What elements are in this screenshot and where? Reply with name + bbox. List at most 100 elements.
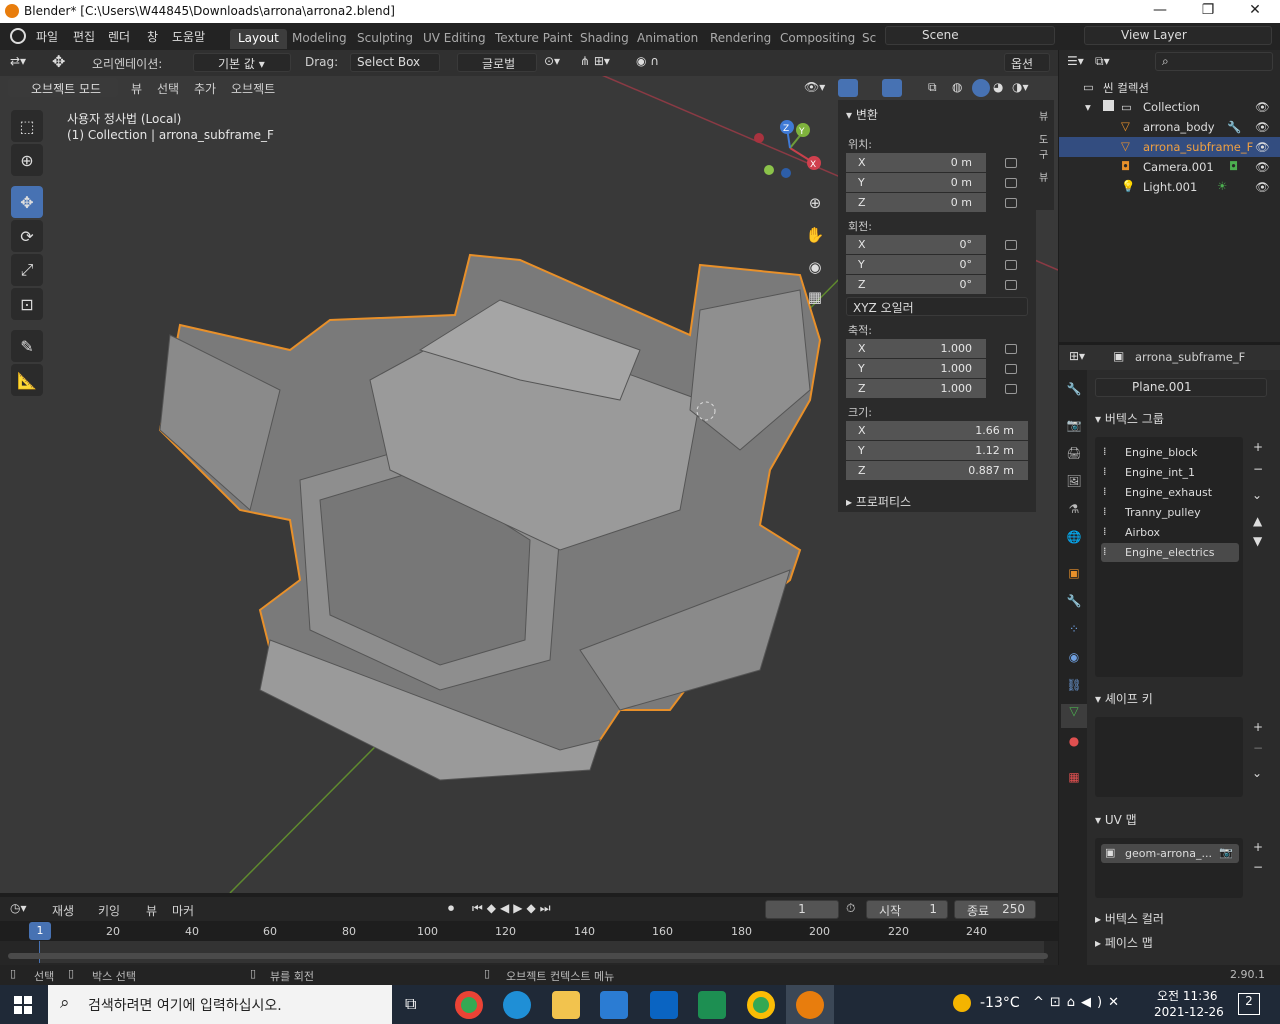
eye-icon[interactable]: 👁 xyxy=(1255,140,1270,154)
rotate-tool-button[interactable]: ⟳ xyxy=(11,220,43,252)
gizmo-neg-z-handle[interactable] xyxy=(781,168,791,178)
vertex-colors-header[interactable]: ▸ 버텍스 컬러 xyxy=(1095,910,1164,927)
lock-icon[interactable] xyxy=(1005,384,1017,394)
lock-icon[interactable] xyxy=(1005,364,1017,374)
camera-view-icon[interactable]: ◉ xyxy=(803,258,827,282)
lock-icon[interactable] xyxy=(1005,260,1017,270)
record-icon[interactable]: ⏺ xyxy=(448,901,454,916)
system-tray-icons[interactable]: ^⊡⌂◀)✕ xyxy=(1033,995,1125,1010)
outliner-arrona-subframe-f[interactable]: ▽ arrona_subframe_F 👁 xyxy=(1059,137,1280,157)
clock-time[interactable]: 오전 11:36 xyxy=(1157,987,1217,1004)
vertex-groups-header[interactable]: ▾ 버텍스 그룹 xyxy=(1095,410,1164,427)
shape-key-list[interactable] xyxy=(1095,717,1243,797)
mesh-data-tab-icon[interactable]: ▽ xyxy=(1061,704,1087,728)
select-tool-button[interactable]: ⬚ xyxy=(11,110,43,142)
scale-tool-button[interactable]: ⤢ xyxy=(11,254,43,286)
current-frame-field[interactable]: 1 xyxy=(765,900,839,919)
outliner-camera[interactable]: ◘ Camera.001 ◘ 👁 xyxy=(1059,157,1280,177)
solid-shading-icon[interactable] xyxy=(972,79,990,97)
eye-icon[interactable]: 👁 xyxy=(1255,160,1270,174)
scene-tab-icon[interactable]: ⚗ xyxy=(1065,502,1083,520)
remove-shape-key-button[interactable]: − xyxy=(1253,741,1263,755)
eye-icon[interactable]: 👁 xyxy=(1255,180,1270,194)
windows-start-icon[interactable] xyxy=(14,996,32,1014)
menu-view[interactable]: 뷰 xyxy=(146,902,157,919)
frame-range-track[interactable] xyxy=(40,941,1044,963)
menu-keying[interactable]: 키잉 xyxy=(98,902,120,919)
stopwatch-icon[interactable]: ⏱ xyxy=(846,901,855,916)
tab-rendering[interactable]: Rendering xyxy=(702,29,779,49)
tab-animation[interactable]: Animation xyxy=(629,29,706,49)
edge-icon[interactable] xyxy=(503,991,531,1019)
dimension-x-field[interactable]: X 1.66 m xyxy=(846,421,1028,440)
constraints-tab-icon[interactable]: ⛓ xyxy=(1065,678,1083,696)
modifier-tab-icon[interactable]: 🔧 xyxy=(1065,594,1083,612)
move-down-icon[interactable]: ▼ xyxy=(1253,534,1262,548)
app-icon[interactable] xyxy=(698,991,726,1019)
orientation-select[interactable]: 기본 값 ▾ xyxy=(193,53,291,72)
menu-add[interactable]: 추가 xyxy=(194,80,216,97)
tab-shading[interactable]: Shading xyxy=(572,29,637,49)
scale-y-field[interactable]: Y 1.000 xyxy=(846,359,986,378)
rotation-y-field[interactable]: Y 0° xyxy=(846,255,986,274)
material-tab-icon[interactable]: ● xyxy=(1065,734,1083,752)
move-up-icon[interactable]: ▲ xyxy=(1253,514,1262,528)
lock-icon[interactable] xyxy=(1005,158,1017,168)
eye-icon[interactable]: 👁 xyxy=(1255,100,1270,114)
outliner-scene-collection[interactable]: ▭ 씬 컬렉션 xyxy=(1059,77,1280,97)
editor-type-icon[interactable]: ☰▾ xyxy=(1067,54,1084,68)
tab-compositing[interactable]: Compositing xyxy=(772,29,863,49)
dimension-y-field[interactable]: Y 1.12 m xyxy=(846,441,1028,460)
gizmo-neg-x-handle[interactable] xyxy=(754,133,764,143)
tool-tab-icon[interactable]: 🔧 xyxy=(1065,382,1083,400)
move-tool-icon[interactable]: ✥ xyxy=(52,52,65,71)
minimize-button[interactable]: — xyxy=(1145,2,1175,18)
editor-type-icon[interactable]: ⊞▾ xyxy=(1069,349,1085,363)
sidebar-tab-item[interactable]: 뷰 xyxy=(1039,108,1051,123)
tab-modeling[interactable]: Modeling xyxy=(284,29,355,49)
texture-tab-icon[interactable]: ▦ xyxy=(1065,770,1083,788)
grid-ortho-icon[interactable]: ▦ xyxy=(803,288,827,312)
face-maps-header[interactable]: ▸ 페이스 맵 xyxy=(1095,934,1153,951)
menu-help[interactable]: 도움말 xyxy=(172,28,205,45)
menu-view[interactable]: 뷰 xyxy=(131,80,142,97)
shape-keys-header[interactable]: ▾ 셰이프 키 xyxy=(1095,690,1153,707)
checkbox-icon[interactable] xyxy=(1103,100,1114,111)
file-explorer-icon[interactable] xyxy=(552,991,580,1019)
lock-icon[interactable] xyxy=(1005,178,1017,188)
playback-controls[interactable]: ⏮◆◀▶◆⏭ xyxy=(472,901,555,916)
camera-icon[interactable]: 📷 xyxy=(1219,846,1233,859)
transform-tool-button[interactable]: ⊡ xyxy=(11,288,43,320)
blender-taskbar-button[interactable] xyxy=(786,985,834,1024)
menu-render[interactable]: 렌더 xyxy=(108,28,130,45)
remove-uv-map-button[interactable]: − xyxy=(1253,860,1263,874)
render-tab-icon[interactable]: 📷 xyxy=(1065,418,1083,436)
vertex-group-item[interactable]: ⁞ Engine_exhaust xyxy=(1101,483,1239,502)
mode-select[interactable]: 오브젝트 모드 xyxy=(8,78,118,97)
drag-select[interactable]: Select Box xyxy=(350,53,440,72)
location-x-field[interactable]: X 0 m xyxy=(846,153,986,172)
add-uv-map-button[interactable]: + xyxy=(1253,840,1263,854)
outliner-light[interactable]: 💡 Light.001 ☀ 👁 xyxy=(1059,177,1280,197)
menu-playback[interactable]: 재생 xyxy=(52,902,74,919)
view-layer-selector[interactable]: View Layer xyxy=(1084,26,1272,45)
zoom-icon[interactable]: ⊕ xyxy=(803,194,827,218)
weather-temperature[interactable]: -13°C xyxy=(980,995,1020,1011)
vertex-group-item[interactable]: ⁞ Engine_int_1 xyxy=(1101,463,1239,482)
output-tab-icon[interactable]: 🖨 xyxy=(1065,446,1083,464)
xray-icon[interactable]: ⧉ xyxy=(928,80,937,95)
gizmo-neg-y-handle[interactable] xyxy=(764,165,774,175)
vertex-group-item[interactable]: ⁞ Engine_block xyxy=(1101,443,1239,462)
task-view-icon[interactable]: ⧉ xyxy=(405,994,416,1014)
location-z-field[interactable]: Z 0 m xyxy=(846,193,986,212)
wireframe-shading-icon[interactable]: ◍ xyxy=(952,80,962,94)
view-layer-tab-icon[interactable]: 🖼 xyxy=(1065,474,1083,492)
visibility-icon[interactable]: 👁▾ xyxy=(804,80,825,94)
vertex-group-item-active[interactable]: ⁞ Engine_electrics xyxy=(1101,543,1239,562)
tab-uv-editing[interactable]: UV Editing xyxy=(415,29,494,49)
lock-icon[interactable] xyxy=(1005,280,1017,290)
vertex-group-item[interactable]: ⁞ Airbox xyxy=(1101,523,1239,542)
annotate-tool-button[interactable]: ✎ xyxy=(11,330,43,362)
pivot-icon[interactable]: ⊙▾ xyxy=(544,54,560,68)
engine-mesh[interactable] xyxy=(158,253,822,781)
